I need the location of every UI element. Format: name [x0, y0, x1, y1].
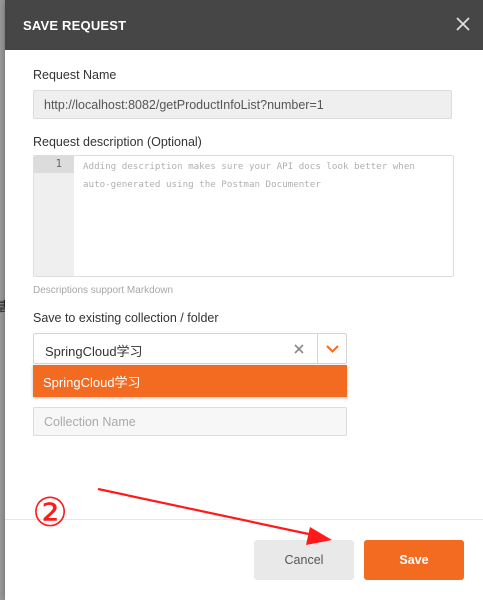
editor-gutter: 1 [34, 156, 74, 276]
dialog-title: SAVE REQUEST [23, 18, 127, 33]
placeholder-line-1: Adding description makes sure your API d… [83, 161, 415, 172]
cancel-button[interactable]: Cancel [254, 540, 354, 580]
cancel-label: Cancel [284, 553, 324, 567]
new-collection-input[interactable]: Collection Name [33, 407, 347, 436]
dialog-header: SAVE REQUEST [5, 0, 483, 50]
collection-select[interactable]: SpringCloud学习 [33, 333, 347, 364]
collection-selected-value: SpringCloud学习 [45, 344, 143, 359]
save-button[interactable]: Save [364, 540, 464, 580]
new-collection-placeholder: Collection Name [44, 414, 136, 429]
description-editor[interactable]: 1 Adding description makes sure your API… [33, 155, 454, 277]
chevron-down-icon [326, 345, 339, 353]
description-placeholder: Adding description makes sure your API d… [83, 158, 443, 194]
clear-x-icon [294, 344, 304, 354]
close-button[interactable] [453, 14, 473, 34]
request-name-value: http://localhost:8082/getProductInfoList… [44, 97, 324, 112]
save-request-dialog: SAVE REQUEST Request Name http://localho… [5, 0, 483, 600]
footer-divider [5, 519, 483, 520]
collection-label: Save to existing collection / folder [33, 311, 219, 325]
collection-option[interactable]: SpringCloud学习 [33, 365, 347, 397]
save-label: Save [399, 553, 429, 567]
active-line-highlight [34, 156, 74, 173]
collection-option-label: SpringCloud学习 [43, 374, 141, 390]
placeholder-line-2: auto-generated using the Postman Documen… [83, 179, 321, 190]
line-number: 1 [55, 158, 62, 170]
close-icon [456, 17, 470, 31]
markdown-hint: Descriptions support Markdown [33, 285, 174, 296]
request-name-input[interactable]: http://localhost:8082/getProductInfoList… [33, 90, 452, 119]
description-label: Request description (Optional) [33, 135, 202, 149]
request-name-label: Request Name [33, 68, 117, 82]
collection-dropdown-toggle[interactable] [318, 334, 347, 363]
clear-selection-button[interactable] [291, 341, 307, 357]
